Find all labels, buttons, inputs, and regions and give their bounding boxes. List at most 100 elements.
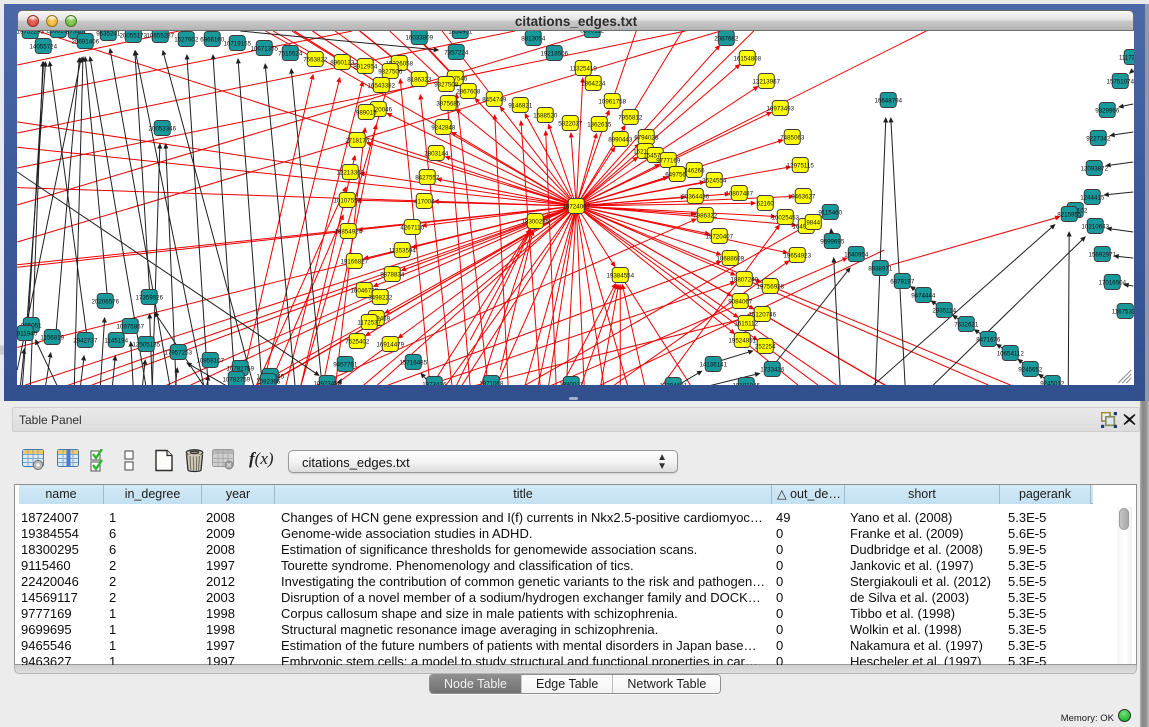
svg-text:19384554: 19384554 xyxy=(606,272,634,279)
svg-text:11675331: 11675331 xyxy=(1112,308,1134,315)
svg-text:10107552: 10107552 xyxy=(333,197,361,204)
svg-text:19756928: 19756928 xyxy=(756,283,784,290)
svg-text:10973493: 10973493 xyxy=(766,105,794,112)
svg-text:7986322: 7986322 xyxy=(693,212,718,219)
svg-text:12213967: 12213967 xyxy=(752,78,780,85)
svg-text:15716485: 15716485 xyxy=(399,359,427,366)
svg-text:3911940: 3911940 xyxy=(17,330,38,337)
svg-text:1092365: 1092365 xyxy=(256,378,281,385)
svg-text:9245652: 9245652 xyxy=(1018,366,1043,373)
svg-text:1588520: 1588520 xyxy=(533,112,558,119)
svg-text:14055724: 14055724 xyxy=(29,43,57,50)
svg-text:2718176: 2718176 xyxy=(345,137,370,144)
svg-text:417004: 417004 xyxy=(414,198,435,205)
svg-text:9777169: 9777169 xyxy=(656,157,681,164)
svg-text:7357224: 7357224 xyxy=(444,49,469,56)
svg-text:10671355: 10671355 xyxy=(250,45,278,52)
svg-text:14136141: 14136141 xyxy=(699,361,727,368)
svg-text:9327506: 9327506 xyxy=(378,68,403,75)
svg-text:1854901: 1854901 xyxy=(448,31,473,35)
svg-text:9146821: 9146821 xyxy=(508,102,533,109)
svg-text:15751074: 15751074 xyxy=(1106,78,1134,85)
svg-text:16154808: 16154808 xyxy=(733,55,761,62)
svg-text:19166827: 19166827 xyxy=(340,258,368,265)
svg-text:8990443: 8990443 xyxy=(608,136,633,143)
svg-text:9457791: 9457791 xyxy=(333,361,358,368)
svg-text:16914479: 16914479 xyxy=(376,341,404,348)
svg-text:1156819: 1156819 xyxy=(40,334,64,341)
svg-text:1527602: 1527602 xyxy=(174,36,199,43)
svg-text:9463627: 9463627 xyxy=(791,193,816,200)
svg-text:10975867: 10975867 xyxy=(116,323,144,330)
svg-text:16648794: 16648794 xyxy=(874,97,902,104)
svg-text:8813054: 8813054 xyxy=(521,35,546,42)
svg-text:8990112: 8990112 xyxy=(580,31,604,34)
svg-text:1244415: 1244415 xyxy=(1080,194,1105,201)
svg-text:19752293: 19752293 xyxy=(17,31,45,35)
svg-text:9242848: 9242848 xyxy=(431,124,456,131)
svg-text:8960123: 8960123 xyxy=(330,59,355,66)
svg-text:746266: 746266 xyxy=(684,167,705,174)
svg-text:1640954: 1640954 xyxy=(844,251,869,258)
svg-text:10782759: 10782759 xyxy=(222,376,250,383)
svg-text:9245012: 9245012 xyxy=(1040,380,1065,385)
svg-text:11353594: 11353594 xyxy=(389,247,417,254)
svg-text:6879197: 6879197 xyxy=(890,278,915,285)
svg-text:7625402: 7625402 xyxy=(345,338,370,345)
svg-text:20206576: 20206576 xyxy=(91,298,119,305)
svg-text:2087682: 2087682 xyxy=(714,35,739,42)
svg-text:10210643: 10210643 xyxy=(1081,223,1109,230)
svg-text:6794028: 6794028 xyxy=(634,134,659,141)
svg-text:10688609: 10688609 xyxy=(716,255,744,262)
svg-text:18807249: 18807249 xyxy=(730,276,758,283)
svg-text:19524851: 19524851 xyxy=(728,337,756,344)
svg-text:12093872: 12093872 xyxy=(1080,165,1108,172)
svg-text:11325419: 11325419 xyxy=(570,65,598,72)
svg-text:17359926: 17359926 xyxy=(135,294,163,301)
svg-text:1172537: 1172537 xyxy=(357,319,381,326)
svg-text:19854924: 19854924 xyxy=(334,228,362,235)
svg-text:8878834: 8878834 xyxy=(380,271,405,278)
svg-text:1971068: 1971068 xyxy=(479,380,504,385)
svg-text:17957253: 17957253 xyxy=(164,349,192,356)
svg-text:9327508: 9327508 xyxy=(434,81,459,88)
svg-text:10923455: 10923455 xyxy=(313,380,341,385)
svg-text:1145194: 1145194 xyxy=(104,337,128,344)
svg-text:2867608: 2867608 xyxy=(456,88,481,95)
svg-text:8938971: 8938971 xyxy=(868,265,893,272)
svg-text:12213369: 12213369 xyxy=(336,169,364,176)
svg-text:10807487: 10807487 xyxy=(725,190,753,197)
svg-text:989015: 989015 xyxy=(356,109,377,116)
svg-text:9635241: 9635241 xyxy=(96,31,121,37)
svg-text:11173201: 11173201 xyxy=(1119,54,1134,61)
svg-text:9474444: 9474444 xyxy=(911,292,936,299)
svg-text:1362615: 1362615 xyxy=(587,121,612,128)
svg-text:5822037: 5822037 xyxy=(558,120,583,127)
svg-text:8454749: 8454749 xyxy=(482,96,507,103)
svg-text:2935114: 2935114 xyxy=(932,307,956,314)
svg-text:9115460: 9115460 xyxy=(818,209,842,216)
svg-text:10958107: 10958107 xyxy=(196,357,224,364)
svg-text:3875685: 3875685 xyxy=(436,100,461,107)
svg-text:1733426: 1733426 xyxy=(760,366,785,373)
svg-text:6966160: 6966160 xyxy=(200,36,225,43)
svg-text:62160: 62160 xyxy=(757,200,775,207)
svg-text:20053346: 20053346 xyxy=(148,125,176,132)
svg-text:2942737: 2942737 xyxy=(73,337,98,344)
svg-text:1380022: 1380022 xyxy=(559,381,584,385)
svg-text:10655287: 10655287 xyxy=(146,32,174,39)
svg-text:3498222: 3498222 xyxy=(368,294,393,301)
svg-text:12975115: 12975115 xyxy=(787,162,815,169)
svg-text:15720407: 15720407 xyxy=(705,233,733,240)
svg-text:9844: 9844 xyxy=(806,219,820,226)
svg-text:7632621: 7632621 xyxy=(954,321,979,328)
svg-text:8912954: 8912954 xyxy=(353,63,378,70)
svg-text:8427552: 8427552 xyxy=(415,174,440,181)
svg-text:252254: 252254 xyxy=(755,343,776,350)
svg-text:7515524: 7515524 xyxy=(278,50,303,57)
svg-text:19654923: 19654923 xyxy=(783,252,811,259)
svg-text:1615112: 1615112 xyxy=(734,320,758,327)
svg-text:19218506: 19218506 xyxy=(540,50,568,57)
svg-text:9227342: 9227342 xyxy=(1086,135,1111,142)
svg-text:12505135: 12505135 xyxy=(132,341,160,348)
